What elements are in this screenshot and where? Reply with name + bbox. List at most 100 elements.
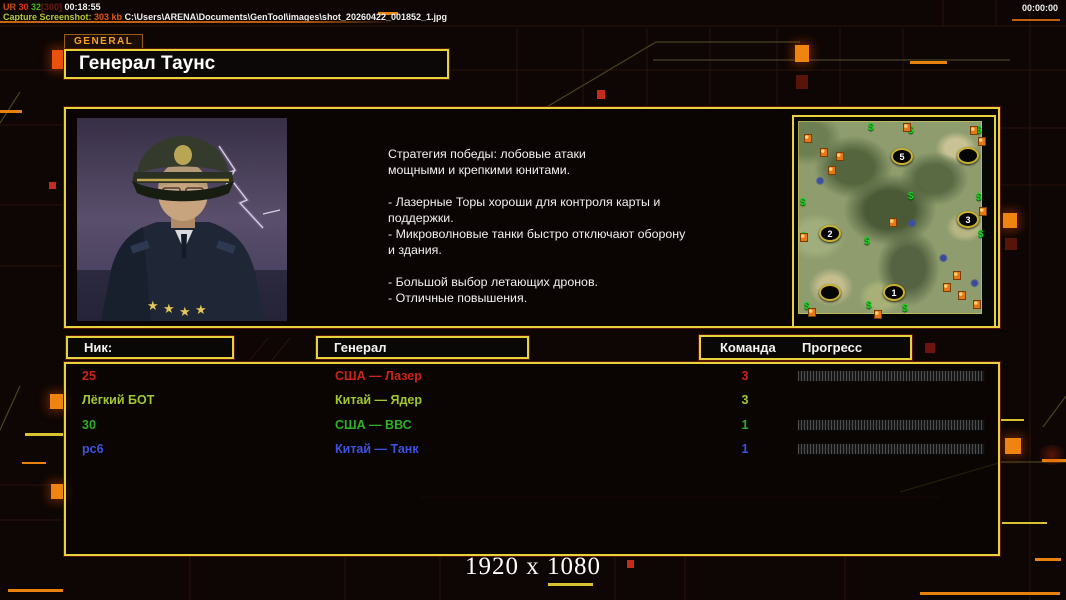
oil-derrick-icon	[828, 166, 836, 175]
deco-dash	[920, 592, 1060, 595]
oil-derrick-icon	[943, 283, 951, 292]
minimap: 5321$$$$$$$$$$$$	[792, 115, 996, 328]
header-team-label: Команда	[720, 340, 776, 355]
text-segment: UR	[3, 2, 19, 12]
supply-dock-icon: $	[868, 122, 874, 133]
player-general: США — Лазер	[335, 369, 422, 383]
general-portrait: ★ ★ ★ ★	[77, 118, 287, 321]
deco-dash	[1035, 558, 1061, 561]
player-row[interactable]: Лёгкий БОТ Китай — Ядер 3	[66, 388, 998, 412]
svg-text:★: ★	[147, 299, 159, 314]
oil-derrick-icon	[979, 207, 987, 216]
general-title-box: Генерал Таунс	[64, 49, 449, 79]
topbar-underline	[0, 21, 398, 23]
player-general: США — ВВС	[335, 417, 412, 432]
deco-square	[1005, 238, 1017, 250]
debug-stats-line: UR 30 32[300] 00:18:55	[3, 2, 101, 12]
oil-derrick-icon	[953, 271, 961, 280]
deco-square	[795, 45, 809, 62]
deco-square	[52, 50, 64, 69]
player-nick: pc6	[82, 442, 104, 457]
oil-derrick-icon	[820, 148, 828, 157]
player-team: 3	[741, 369, 749, 383]
oil-derrick-icon	[973, 300, 981, 309]
player-progress-bar	[798, 371, 984, 382]
start-position-marker: 3	[957, 211, 979, 228]
header-general-label: Генерал	[334, 340, 387, 355]
column-header-nick: Ник:	[66, 336, 234, 359]
deco-dash	[0, 110, 22, 113]
deco-dash	[1000, 419, 1024, 421]
player-row[interactable]: pc6 Китай — Танк 1	[66, 437, 998, 461]
oil-derrick-icon	[889, 218, 897, 227]
oil-derrick-icon	[958, 291, 966, 300]
start-position-marker: 1	[883, 284, 905, 301]
player-progress-bar	[798, 444, 984, 455]
deco-dash	[22, 462, 46, 464]
start-position-marker	[957, 147, 979, 164]
minimap-terrain: 5321$$$$$$$$$$$$	[798, 121, 987, 319]
gentool-topbar: UR 30 32[300] 00:18:55 Capture Screensho…	[0, 0, 1066, 26]
player-row[interactable]: 30 США — ВВС 1	[66, 413, 998, 437]
oil-derrick-icon	[808, 308, 816, 317]
start-position-marker: 2	[819, 225, 841, 242]
supply-dock-icon: $	[902, 303, 908, 314]
text-segment: 00:18:55	[62, 2, 101, 12]
player-general: Китай — Танк	[335, 442, 419, 457]
resolution-label: 1920 x 1080	[465, 553, 601, 580]
supply-dock-icon: $	[976, 192, 982, 203]
players-rows: 25 США — Лазер 3 Лёгкий БОТ Китай — Ядер 3 30 С…	[66, 364, 998, 462]
deco-square	[50, 394, 64, 409]
oil-derrick-icon	[836, 152, 844, 161]
start-position-marker: 5	[891, 148, 913, 165]
match-timer: 00:00:00	[1021, 3, 1058, 13]
player-nick: 25	[82, 369, 96, 383]
svg-text:★: ★	[163, 302, 175, 317]
deco-square	[1003, 213, 1017, 228]
player-progress-bar	[798, 419, 984, 430]
text-segment: 32	[31, 2, 42, 12]
player-team: 3	[741, 393, 749, 408]
oil-derrick-icon	[903, 123, 911, 132]
supply-dock-icon: $	[978, 229, 984, 240]
svg-text:★: ★	[195, 303, 207, 318]
deco-dash	[910, 61, 947, 64]
player-general: Китай — Ядер	[335, 393, 423, 408]
deco-square	[1005, 438, 1021, 454]
deco-glow	[1035, 445, 1066, 465]
text-segment: [300]	[41, 2, 63, 12]
player-team: 1	[741, 417, 749, 432]
column-header-general: Генерал	[316, 336, 529, 359]
deco-square	[51, 484, 65, 499]
deco-dash	[548, 583, 593, 586]
player-nick: 30	[82, 417, 96, 432]
player-row[interactable]: 25 США — Лазер 3	[66, 364, 998, 388]
deco-dash	[25, 433, 63, 436]
deco-square	[925, 343, 935, 353]
svg-text:★: ★	[179, 305, 191, 320]
general-info-panel: ★ ★ ★ ★ Стратегия победы: лобовые атаки мощ…	[64, 107, 1000, 328]
general-tab-text: GENERAL	[74, 36, 134, 47]
players-table: 25 США — Лазер 3 Лёгкий БОТ Китай — Ядер 3 30 С…	[64, 362, 1000, 556]
column-header-team-progress: Команда Прогресс	[699, 335, 912, 360]
oil-derrick-icon	[874, 310, 882, 319]
header-nick-label: Ник:	[84, 340, 113, 355]
strategy-text: Стратегия победы: лобовые атаки мощными …	[388, 147, 686, 305]
supply-dock-icon: $	[864, 236, 870, 247]
player-team: 1	[741, 442, 749, 457]
header-progress-label: Прогресс	[802, 340, 863, 355]
supply-dock-icon: $	[800, 197, 806, 208]
game-lobby-screen: UR 30 32[300] 00:18:55 Capture Screensho…	[0, 0, 1066, 600]
oil-derrick-icon	[800, 233, 808, 242]
deco-square	[627, 560, 634, 568]
supply-dock-icon: $	[866, 300, 872, 311]
timer-underline	[1012, 19, 1060, 21]
general-name: Генерал Таунс	[79, 53, 216, 74]
deco-dash	[8, 589, 63, 592]
deco-square	[49, 182, 56, 189]
oil-derrick-icon	[978, 137, 986, 146]
oil-derrick-icon	[970, 126, 978, 135]
deco-square	[597, 90, 605, 99]
deco-dash	[1002, 522, 1047, 524]
text-segment: 30	[18, 2, 32, 12]
